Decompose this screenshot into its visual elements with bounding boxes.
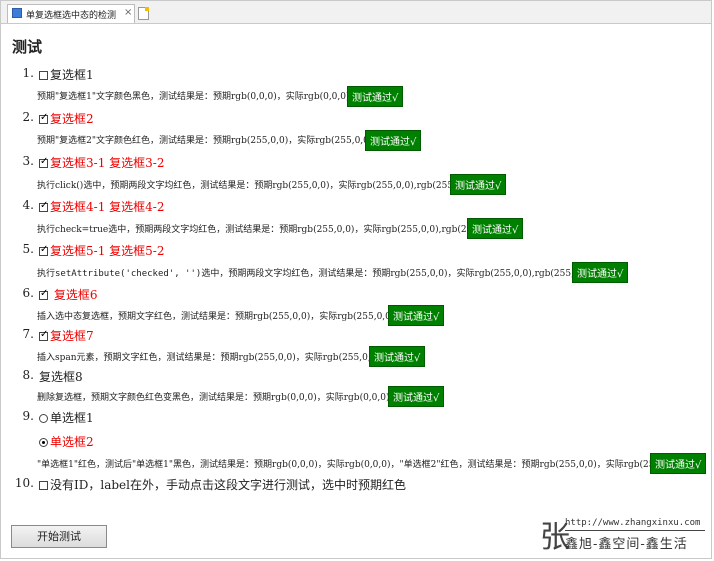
checkbox-1[interactable] [39,71,48,80]
tab-title: 单复选框选中态的检测 [26,11,117,21]
checkbox-label[interactable]: 复选框4-2 [109,200,164,214]
test-description: "单选框1"红色，测试后"单选框1"黑色，测试结果是：预期rgb(0,0,0)，… [37,460,681,470]
checkbox-label[interactable]: 复选框8 [39,368,83,385]
item-number: 4. [22,198,34,212]
test-result-badge: 测试通过√ [388,305,445,326]
checkbox-4[interactable] [39,200,48,212]
tab-bar: 单复选框选中态的检测 × [1,1,711,24]
item-number: 8. [22,368,34,382]
checkbox-label[interactable]: 复选框2 [50,112,94,126]
item-number: 5. [22,242,34,256]
radio-label[interactable]: 单选框1 [50,411,94,425]
desc-text: 执行 [37,269,56,279]
item-number: 7. [22,327,34,341]
test-result-badge: 测试通过√ [347,86,404,107]
checkbox-7[interactable] [39,329,48,341]
radio-option-2: 单选框2 [39,433,94,450]
test-result-badge: 测试通过√ [369,346,426,367]
test-result-badge: 测试通过√ [450,174,507,195]
checkbox-label[interactable]: 复选框5-2 [109,244,164,258]
radio-1[interactable] [39,414,48,423]
watermark-slogan: 鑫旭-鑫空间-鑫生活 [565,537,688,552]
test-result-badge: 测试通过√ [388,386,445,407]
item-number: 2. [22,110,34,124]
checkbox-2[interactable] [39,112,48,124]
radio-label[interactable]: 单选框2 [50,435,94,449]
desc-text: 选中，预期两段文字均红色，测试结果是：预期rgb(255,0,0)，实际rgb(… [201,269,592,279]
checkbox-label[interactable]: 复选框1 [50,68,94,82]
item-number: 3. [22,154,34,168]
test-description: 执行setAttribute('checked', '')选中，预期两段文字均红… [37,266,592,279]
checkbox-10[interactable] [39,481,48,490]
test-result-badge: 测试通过√ [467,218,524,239]
test-description: 执行check=true选中，预期两段文字均红色，测试结果是：预期rgb(255… [37,225,499,235]
checkbox-label[interactable]: 没有ID，label在外，手动点击这段文字进行测试，选中时预期红色 [50,478,406,492]
start-test-button[interactable]: 开始测试 [11,525,107,548]
checkbox-label[interactable]: 复选框4-1 [50,200,105,214]
test-description: 执行click()选中，预期两段文字均红色，测试结果是：预期rgb(255,0,… [37,181,474,191]
test-result-badge: 测试通过√ [572,262,629,283]
radio-2[interactable] [39,438,48,447]
desc-code: setAttribute('checked', '') [55,269,202,279]
test-result-badge: 测试通过√ [650,453,707,474]
watermark-divider [565,530,705,531]
checkbox-3[interactable] [39,156,48,168]
test-description: 预期"复选框2"文字颜色红色，测试结果是：预期rgb(255,0,0)，实际rg… [37,136,373,146]
checkbox-label[interactable]: 复选框3-1 [50,156,105,170]
checkbox-label[interactable]: 复选框3-2 [109,156,164,170]
watermark-url: http://www.zhangxinxu.com [565,518,701,528]
item-number: 6. [22,286,34,300]
checkbox-5[interactable] [39,244,48,256]
new-tab-icon[interactable] [138,7,149,20]
page-title: 测试 [12,38,43,56]
test-description: 插入span元素，预期文字红色，测试结果是：预期rgb(255,0,0)，实际r… [37,353,380,363]
item-number: 10. [14,476,34,490]
checkbox-label[interactable]: 复选框7 [50,329,94,343]
checkbox-label[interactable]: 复选框6 [54,288,98,302]
test-description: 预期"复选框1"文字颜色黑色，测试结果是：预期rgb(0,0,0)，实际rgb(… [37,92,350,102]
page-favicon-icon [12,8,22,18]
test-result-badge: 测试通过√ [365,130,422,151]
item-number: 1. [22,66,34,80]
checkbox-label[interactable]: 复选框5-1 [50,244,105,258]
test-description: 插入选中态复选框，预期文字红色，测试结果是：预期rgb(255,0,0)，实际r… [37,312,395,322]
checkbox-6[interactable] [39,288,48,300]
tab-close-icon[interactable]: × [124,7,132,18]
tab-active[interactable]: 单复选框选中态的检测 × [7,4,135,23]
item-number: 9. [22,409,34,423]
test-description: 删除复选框，预期文字颜色红色变黑色，测试结果是：预期rgb(0,0,0)，实际r… [37,393,390,403]
